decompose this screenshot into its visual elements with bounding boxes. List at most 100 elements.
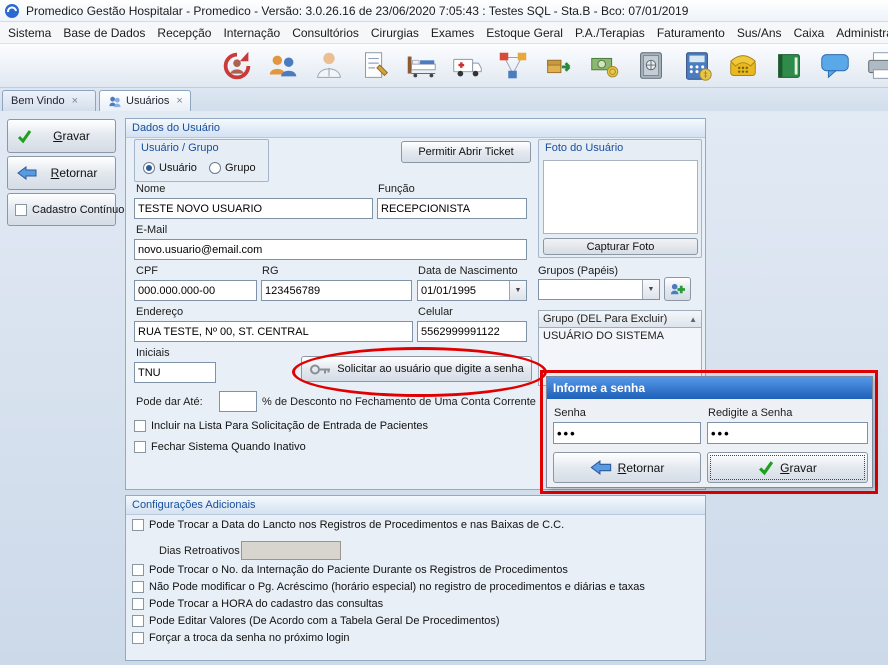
incluir-lista-checkbox-row[interactable]: Incluir na Lista Para Solicitação de Ent… [134, 420, 428, 432]
nome-input[interactable] [134, 198, 373, 219]
editar-valores-label: Pode Editar Valores (De Acordo com a Tab… [149, 615, 500, 627]
menu-item-sus-ans[interactable]: Sus/Ans [731, 22, 788, 44]
menu-item-faturamento[interactable]: Faturamento [651, 22, 731, 44]
app-logo-icon [4, 3, 20, 19]
grupo-list-header-label: Grupo (DEL Para Excluir) [543, 313, 667, 325]
editar-valores-checkbox[interactable] [132, 615, 144, 627]
forcar-troca-senha-checkbox[interactable] [132, 632, 144, 644]
menu-item-cirurgias[interactable]: Cirurgias [365, 22, 425, 44]
redigite-senha-input[interactable] [707, 422, 868, 444]
data-nascimento-combo[interactable]: ▼ [417, 280, 527, 301]
grupos-papeis-combo[interactable]: ▼ [538, 279, 660, 300]
menu-item-consultorios[interactable]: Consultórios [286, 22, 365, 44]
grupos-papeis-dropdown-icon[interactable]: ▼ [642, 280, 659, 299]
finance-icon[interactable] [586, 46, 624, 86]
config-checkbox-row-pg-acrescimo[interactable]: Não Pode modificar o Pg. Acréscimo (horá… [132, 581, 645, 593]
grupos-papeis-input[interactable] [539, 280, 648, 299]
doctor-icon[interactable] [310, 46, 348, 86]
cpf-label: CPF [136, 265, 158, 277]
stock-package-icon[interactable] [540, 46, 578, 86]
prescription-icon[interactable] [356, 46, 394, 86]
radio-grupo[interactable]: Grupo [209, 162, 256, 174]
ambulance-icon[interactable] [448, 46, 486, 86]
config-checkbox-row-trocar-data[interactable]: Pode Trocar a Data do Lancto nos Registr… [132, 519, 564, 531]
permitir-abrir-ticket-button[interactable]: Permitir Abrir Ticket [401, 141, 531, 163]
config-checkbox-row-trocar-internacao[interactable]: Pode Trocar o No. da Internação do Pacie… [132, 564, 568, 576]
tab-usuarios-close-icon[interactable]: × [176, 95, 182, 107]
check-icon [17, 129, 32, 144]
solicitar-senha-button[interactable]: Solicitar ao usuário que digite a senha [301, 356, 532, 382]
menu-item-exames[interactable]: Exames [425, 22, 480, 44]
pg-acrescimo-checkbox[interactable] [132, 581, 144, 593]
printer-icon[interactable] [862, 46, 888, 86]
menu-item-pa-terapias[interactable]: P.A./Terapias [569, 22, 651, 44]
tab-bem-vindo[interactable]: Bem Vindo × [2, 90, 96, 111]
tab-bem-vindo-close-icon[interactable]: × [72, 95, 78, 107]
adicionar-grupo-button[interactable] [664, 277, 691, 301]
title-bar: Promedico Gestão Hospitalar - Promedico … [0, 0, 888, 22]
hospital-bed-icon[interactable] [402, 46, 440, 86]
cadastro-continuo-toggle[interactable]: Cadastro Contínuo [7, 193, 116, 226]
safe-icon[interactable] [632, 46, 670, 86]
radio-usuario-control[interactable] [143, 162, 155, 174]
capturar-foto-button[interactable]: Capturar Foto [543, 238, 698, 255]
trocar-hora-label: Pode Trocar a HORA do cadastro das consu… [149, 598, 383, 610]
radio-usuario[interactable]: Usuário [143, 162, 197, 174]
config-checkbox-row-forcar-troca-senha[interactable]: Forçar a troca da senha no próximo login [132, 632, 350, 644]
dialog-gravar-button[interactable]: Gravar [707, 452, 868, 483]
gravar-label: ravar [63, 129, 90, 143]
retornar-button[interactable]: Retornar [7, 156, 116, 190]
gravar-button[interactable]: Gravar [7, 119, 116, 153]
menu-item-internacao[interactable]: Internação [217, 22, 286, 44]
email-input[interactable] [134, 239, 527, 260]
users-icon[interactable] [264, 46, 302, 86]
cpf-input[interactable] [134, 280, 257, 301]
trocar-data-checkbox[interactable] [132, 519, 144, 531]
tab-bem-vindo-label: Bem Vindo [11, 95, 65, 107]
trocar-internacao-checkbox[interactable] [132, 564, 144, 576]
solicitar-senha-label: Solicitar ao usuário que digite a senha [337, 363, 524, 375]
data-nascimento-dropdown-icon[interactable]: ▼ [509, 281, 526, 300]
redigite-senha-label: Redigite a Senha [708, 407, 792, 419]
iniciais-input[interactable] [134, 362, 216, 383]
senha-input[interactable] [553, 422, 701, 444]
cash-register-icon[interactable] [678, 46, 716, 86]
config-checkbox-row-trocar-hora[interactable]: Pode Trocar a HORA do cadastro das consu… [132, 598, 383, 610]
chat-icon[interactable] [816, 46, 854, 86]
retornar-label-accel: R [51, 166, 60, 180]
menu-item-administracao[interactable]: Administra [830, 22, 888, 44]
switch-user-icon[interactable] [218, 46, 256, 86]
tab-usuarios[interactable]: Usuários × [99, 90, 191, 111]
menu-item-caixa[interactable]: Caixa [788, 22, 831, 44]
scroll-up-icon[interactable]: ▲ [689, 315, 697, 324]
funcao-input[interactable] [377, 198, 527, 219]
pg-acrescimo-label: Não Pode modificar o Pg. Acréscimo (horá… [149, 581, 645, 593]
celular-input[interactable] [417, 321, 527, 342]
cadastro-continuo-checkbox[interactable] [15, 204, 27, 216]
network-icon[interactable] [494, 46, 532, 86]
book-icon[interactable] [770, 46, 808, 86]
menu-item-sistema[interactable]: Sistema [2, 22, 57, 44]
menu-item-estoque-geral[interactable]: Estoque Geral [480, 22, 569, 44]
fechar-sistema-checkbox-row[interactable]: Fechar Sistema Quando Inativo [134, 441, 306, 453]
phone-icon[interactable] [724, 46, 762, 86]
radio-grupo-control[interactable] [209, 162, 221, 174]
dialog-retornar-button[interactable]: Retornar [553, 452, 701, 483]
desconto-input[interactable] [219, 391, 257, 412]
configuracoes-adicionais-panel: Configurações Adicionais Pode Trocar a D… [125, 495, 706, 661]
menu-item-recepcao[interactable]: Recepção [151, 22, 217, 44]
incluir-lista-checkbox[interactable] [134, 420, 146, 432]
informe-senha-dialog: Informe a senha Senha Redigite a Senha R… [546, 376, 873, 488]
pode-dar-ate-label: Pode dar Até: [136, 396, 203, 408]
menu-item-base-de-dados[interactable]: Base de Dados [57, 22, 151, 44]
trocar-hora-checkbox[interactable] [132, 598, 144, 610]
grupo-list-item[interactable]: USUÁRIO DO SISTEMA [539, 328, 701, 344]
fechar-sistema-checkbox[interactable] [134, 441, 146, 453]
config-checkbox-row-editar-valores[interactable]: Pode Editar Valores (De Acordo com a Tab… [132, 615, 500, 627]
radio-usuario-label: Usuário [159, 162, 197, 174]
endereco-input[interactable] [134, 321, 413, 342]
data-nascimento-input[interactable] [418, 281, 515, 300]
capturar-foto-label: Capturar Foto [587, 241, 655, 253]
cadastro-continuo-label: Cadastro Contínuo [32, 204, 124, 216]
rg-input[interactable] [261, 280, 412, 301]
